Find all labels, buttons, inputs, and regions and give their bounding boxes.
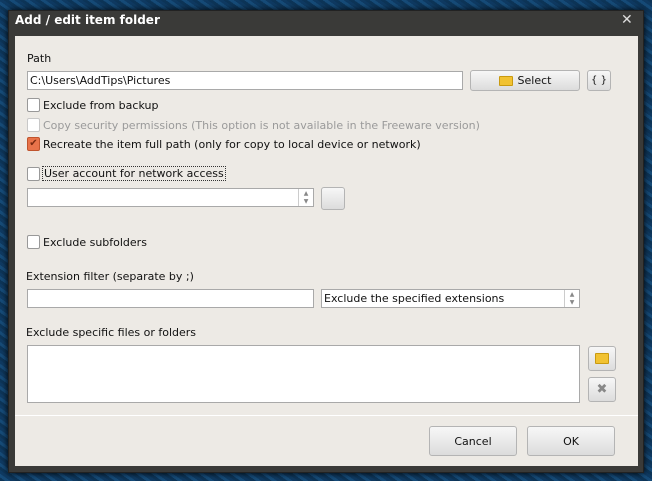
path-input[interactable]: C:\Users\AddTips\Pictures	[27, 71, 463, 90]
remove-exclude-button[interactable]: ✖	[588, 377, 616, 402]
exclude-files-list[interactable]	[27, 345, 580, 403]
exclude-backup-checkbox[interactable]	[27, 98, 40, 112]
folder-icon	[595, 353, 609, 364]
network-account-button[interactable]	[321, 187, 345, 210]
extension-mode-select[interactable]: Exclude the specified extensions ▲ ▼	[321, 289, 580, 308]
select-button-label: Select	[517, 74, 552, 87]
exclude-backup-label: Exclude from backup	[43, 99, 159, 112]
exclude-files-label: Exclude specific files or folders	[26, 326, 197, 339]
spin-arrows-icon[interactable]: ▲ ▼	[298, 189, 313, 206]
footer-divider	[15, 415, 638, 416]
dialog-title: Add / edit item folder	[15, 13, 160, 27]
extension-mode-value: Exclude the specified extensions	[324, 292, 505, 305]
add-exclude-button[interactable]	[588, 346, 616, 371]
network-account-combo[interactable]: ▲ ▼	[27, 188, 314, 207]
network-account-checkbox[interactable]	[27, 167, 40, 181]
extension-filter-label: Extension filter (separate by ;)	[26, 270, 194, 283]
copy-permissions-checkbox[interactable]	[27, 118, 40, 132]
recreate-path-checkbox[interactable]: ✔	[27, 137, 40, 151]
delete-x-icon: ✖	[596, 382, 608, 397]
ok-button[interactable]: OK	[527, 426, 615, 456]
folder-icon	[498, 75, 513, 86]
extension-filter-input[interactable]	[27, 289, 314, 308]
variables-button[interactable]: { }	[587, 70, 611, 91]
exclude-subfolders-checkbox[interactable]	[27, 235, 40, 249]
spin-arrows-icon: ▲ ▼	[564, 290, 579, 307]
close-icon[interactable]: ✕	[621, 12, 633, 28]
recreate-path-label: Recreate the item full path (only for co…	[43, 138, 421, 151]
cancel-button[interactable]: Cancel	[429, 426, 517, 456]
select-button[interactable]: Select	[470, 70, 580, 91]
network-account-label: User account for network access	[42, 166, 226, 181]
exclude-subfolders-label: Exclude subfolders	[43, 236, 147, 249]
copy-permissions-label: Copy security permissions (This option i…	[43, 119, 480, 132]
path-label: Path	[27, 52, 52, 65]
